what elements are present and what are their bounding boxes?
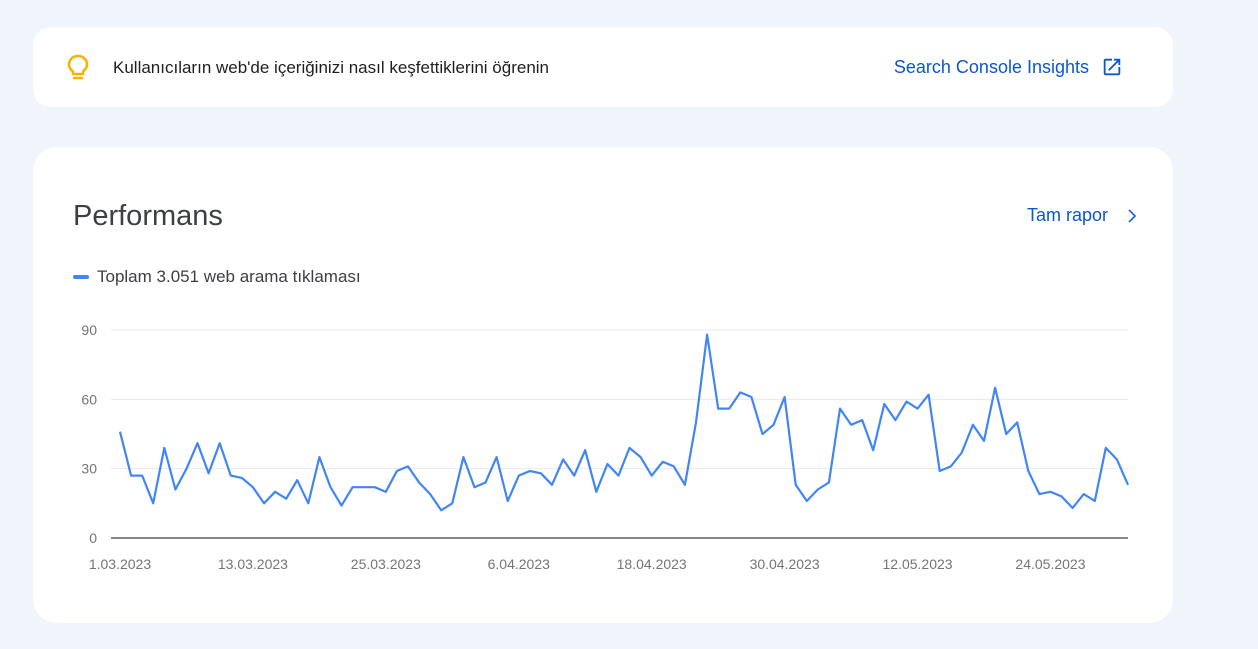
y-tick-label: 60 <box>81 391 97 407</box>
x-tick-label: 30.04.2023 <box>750 556 820 572</box>
search-console-insights-link[interactable]: Search Console Insights <box>894 56 1123 78</box>
x-tick-label: 13.03.2023 <box>218 556 288 572</box>
x-tick-label: 1.03.2023 <box>89 556 151 572</box>
x-tick-label: 6.04.2023 <box>488 556 550 572</box>
y-tick-label: 30 <box>81 461 97 477</box>
x-tick-label: 12.05.2023 <box>882 556 952 572</box>
lightbulb-icon <box>67 54 89 80</box>
open-in-new-icon <box>1103 58 1121 76</box>
insights-card: Kullanıcıların web'de içeriğinizi nasıl … <box>33 27 1173 107</box>
y-tick-label: 90 <box>81 322 97 338</box>
search-console-insights-label: Search Console Insights <box>893 56 1089 77</box>
clicks-line-chart: 0 30 60 90 1.03.2023 13.03.2023 25.03.2023 6.04… <box>81 322 1130 572</box>
y-tick-label: 0 <box>89 530 97 546</box>
performance-card: Performans Tam rapor Toplam 3.051 web ar… <box>33 147 1173 623</box>
x-tick-label: 24.05.2023 <box>1015 556 1085 572</box>
clicks-series-line <box>118 333 1130 512</box>
x-tick-label: 18.04.2023 <box>617 556 687 572</box>
insights-message: Kullanıcıların web'de içeriğinizi nasıl … <box>113 58 550 77</box>
x-tick-label: 25.03.2023 <box>351 556 421 572</box>
